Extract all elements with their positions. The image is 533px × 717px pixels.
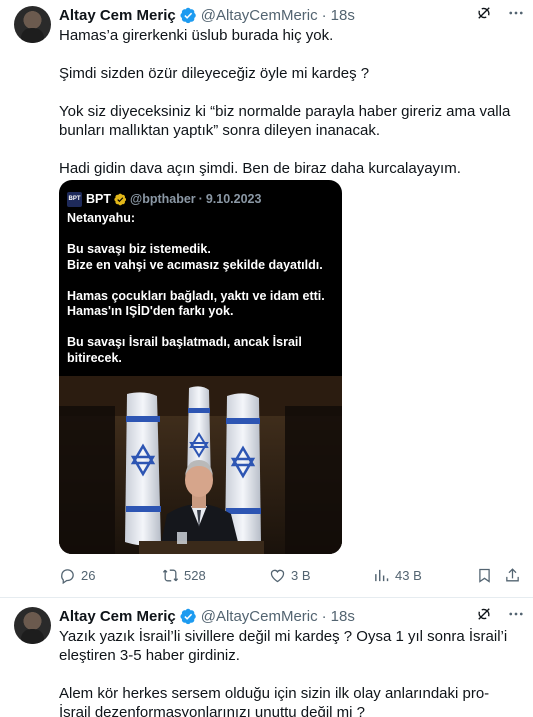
separator: ·	[321, 6, 327, 24]
more-icon[interactable]	[507, 4, 525, 22]
views-button[interactable]: 43 B	[373, 565, 422, 585]
repost-count: 528	[184, 567, 206, 583]
timestamp[interactable]: 18s	[331, 7, 355, 24]
bookmark-button[interactable]	[476, 565, 493, 585]
tweet-paragraph: Şimdi sizden özür dileyeceğiz öyle mi ka…	[59, 65, 370, 82]
tweet-paragraph: Alem kör herkes sersem olduğu için sizin…	[59, 685, 490, 717]
timestamp[interactable]: 18s	[331, 608, 355, 625]
grok-icon[interactable]	[475, 605, 493, 623]
embed-logo: BPT	[67, 191, 82, 207]
embed-date: 9.10.2023	[205, 192, 262, 206]
embedded-screenshot[interactable]: BPT BPT @bpthaber · 9.10.2023 Netanyahu:…	[59, 180, 342, 554]
repost-icon	[162, 567, 179, 584]
tweet-header: Altay Cem Meriç @AltayCemMeric · 18s	[59, 5, 355, 25]
tweet-paragraph: Hadi gidin dava açın şimdi. Ben de biraz…	[59, 160, 461, 177]
author-name[interactable]: Altay Cem Meriç	[59, 608, 176, 625]
embed-paragraph: Hamas çocukları bağladı, yaktı ve idam e…	[67, 288, 325, 319]
tweet-actions: 26 528 3 B 43 B	[59, 565, 524, 585]
separator: ·	[198, 192, 203, 206]
views-count: 43 B	[395, 567, 422, 583]
embed-paragraph: Bu savaşı İsrail başlatmadı, ancak İsrai…	[67, 335, 302, 365]
tweet-paragraph: Yazık yazık İsrail’li sivillere değil mi…	[59, 628, 512, 664]
repost-button[interactable]: 528	[162, 565, 206, 585]
tweet-header: Altay Cem Meriç @AltayCemMeric · 18s	[59, 606, 355, 626]
embed-photo	[59, 376, 342, 554]
grok-icon[interactable]	[475, 4, 493, 22]
author-name[interactable]: Altay Cem Meriç	[59, 7, 176, 24]
embed-paragraph: Bu savaşı biz istemedik. Bize en vahşi v…	[67, 242, 323, 272]
tweet-text: Hamas’a girerkenki üslub burada hiç yok.…	[59, 26, 519, 178]
verified-badge-icon	[180, 7, 197, 24]
verified-badge-icon	[114, 193, 127, 205]
embed-text: Netanyahu: Bu savaşı biz istemedik. Bize…	[67, 211, 337, 366]
views-icon	[373, 567, 390, 584]
author-handle[interactable]: @AltayCemMeric	[201, 608, 318, 625]
tweet-text: Yazık yazık İsrail’li sivillere değil mi…	[59, 627, 519, 717]
share-button[interactable]	[504, 565, 521, 585]
embed-header: BPT BPT @bpthaber · 9.10.2023	[67, 191, 261, 207]
separator: ·	[321, 607, 327, 625]
reply-count: 26	[81, 567, 96, 583]
avatar[interactable]	[14, 607, 51, 644]
embed-handle: @bpthaber	[130, 192, 196, 206]
like-icon	[269, 567, 286, 584]
verified-badge-icon	[180, 608, 197, 625]
tweet[interactable]: Altay Cem Meriç @AltayCemMeric · 18s Yaz…	[0, 597, 533, 717]
embed-author-name: BPT	[86, 192, 111, 206]
tweet-paragraph: Yok siz diyeceksiniz ki “biz normalde pa…	[59, 103, 515, 139]
reply-button[interactable]: 26	[59, 565, 95, 585]
more-icon[interactable]	[507, 605, 525, 623]
author-handle[interactable]: @AltayCemMeric	[201, 7, 318, 24]
like-count: 3 B	[291, 567, 311, 583]
bookmark-icon	[476, 567, 493, 584]
avatar[interactable]	[14, 6, 51, 43]
tweet[interactable]: Altay Cem Meriç @AltayCemMeric · 18s Ham…	[0, 0, 533, 597]
share-icon	[504, 567, 521, 584]
like-button[interactable]: 3 B	[269, 565, 311, 585]
reply-icon	[59, 567, 76, 584]
embed-paragraph: Netanyahu:	[67, 211, 136, 225]
tweet-paragraph: Hamas’a girerkenki üslub burada hiç yok.	[59, 27, 334, 44]
